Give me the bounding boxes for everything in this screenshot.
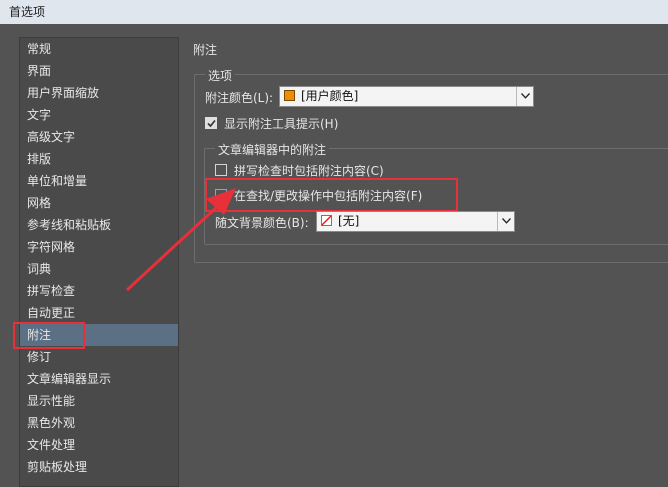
annotation-arrow-icon — [125, 188, 236, 292]
